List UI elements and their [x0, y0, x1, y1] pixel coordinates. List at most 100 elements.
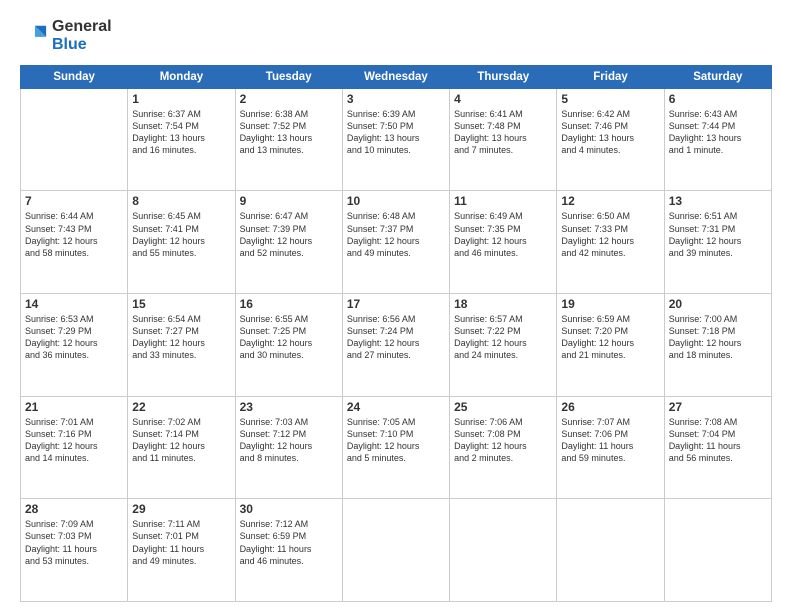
day-cell: 28 Sunrise: 7:09 AMSunset: 7:03 PMDayligh… — [21, 499, 128, 602]
week-row-5: 28 Sunrise: 7:09 AMSunset: 7:03 PMDayligh… — [21, 499, 772, 602]
day-number: 19 — [561, 297, 659, 311]
day-cell: 8 Sunrise: 6:45 AMSunset: 7:41 PMDaylight… — [128, 191, 235, 294]
day-number: 22 — [132, 400, 230, 414]
week-row-4: 21Sunrise: 7:01 AMSunset: 7:16 PMDayligh… — [21, 396, 772, 499]
col-saturday: Saturday — [664, 65, 771, 88]
day-info: Sunrise: 6:41 AMSunset: 7:48 PMDaylight:… — [454, 108, 552, 157]
day-info: Sunrise: 6:37 AMSunset: 7:54 PMDaylight:… — [132, 108, 230, 157]
day-info: Sunrise: 6:39 AMSunset: 7:50 PMDaylight:… — [347, 108, 445, 157]
day-info: Sunrise: 7:07 AMSunset: 7:06 PMDaylight:… — [561, 416, 659, 465]
day-cell — [342, 499, 449, 602]
day-number: 4 — [454, 92, 552, 106]
col-sunday: Sunday — [21, 65, 128, 88]
week-row-2: 7Sunrise: 6:44 AMSunset: 7:43 PMDaylight… — [21, 191, 772, 294]
day-cell: 2Sunrise: 6:38 AMSunset: 7:52 PMDaylight… — [235, 88, 342, 191]
day-cell: 24 Sunrise: 7:05 AMSunset: 7:10 PMDayligh… — [342, 396, 449, 499]
day-number: 13 — [669, 194, 767, 208]
day-number: 14 — [25, 297, 123, 311]
day-info: Sunrise: 7:08 AMSunset: 7:04 PMDaylight:… — [669, 416, 767, 465]
day-number: 28 — [25, 502, 123, 516]
day-info: Sunrise: 6:49 AMSunset: 7:35 PMDaylight:… — [454, 210, 552, 259]
day-cell — [664, 499, 771, 602]
day-cell: 19 Sunrise: 6:59 AMSunset: 7:20 PMDayligh… — [557, 294, 664, 397]
day-number: 18 — [454, 297, 552, 311]
day-cell: 21Sunrise: 7:01 AMSunset: 7:16 PMDayligh… — [21, 396, 128, 499]
day-number: 16 — [240, 297, 338, 311]
day-number: 2 — [240, 92, 338, 106]
day-cell: 26 Sunrise: 7:07 AMSunset: 7:06 PMDayligh… — [557, 396, 664, 499]
weekday-header-row: Sunday Monday Tuesday Wednesday Thursday… — [21, 65, 772, 88]
day-cell: 22 Sunrise: 7:02 AMSunset: 7:14 PMDayligh… — [128, 396, 235, 499]
day-info: Sunrise: 6:47 AMSunset: 7:39 PMDaylight:… — [240, 210, 338, 259]
day-info: Sunrise: 7:02 AMSunset: 7:14 PMDaylight:… — [132, 416, 230, 465]
header: General Blue — [20, 18, 772, 55]
day-cell: 6Sunrise: 6:43 AMSunset: 7:44 PMDaylight… — [664, 88, 771, 191]
day-cell: 5 Sunrise: 6:42 AMSunset: 7:46 PMDaylight… — [557, 88, 664, 191]
col-tuesday: Tuesday — [235, 65, 342, 88]
day-cell — [450, 499, 557, 602]
day-number: 3 — [347, 92, 445, 106]
day-info: Sunrise: 6:59 AMSunset: 7:20 PMDaylight:… — [561, 313, 659, 362]
day-info: Sunrise: 6:42 AMSunset: 7:46 PMDaylight:… — [561, 108, 659, 157]
day-info: Sunrise: 6:55 AMSunset: 7:25 PMDaylight:… — [240, 313, 338, 362]
col-friday: Friday — [557, 65, 664, 88]
day-info: Sunrise: 6:51 AMSunset: 7:31 PMDaylight:… — [669, 210, 767, 259]
day-info: Sunrise: 7:03 AMSunset: 7:12 PMDaylight:… — [240, 416, 338, 465]
day-cell — [557, 499, 664, 602]
day-info: Sunrise: 7:00 AMSunset: 7:18 PMDaylight:… — [669, 313, 767, 362]
day-cell — [21, 88, 128, 191]
day-number: 5 — [561, 92, 659, 106]
calendar-body: 1 Sunrise: 6:37 AMSunset: 7:54 PMDaylight… — [21, 88, 772, 601]
day-cell: 10Sunrise: 6:48 AMSunset: 7:37 PMDayligh… — [342, 191, 449, 294]
day-info: Sunrise: 6:50 AMSunset: 7:33 PMDaylight:… — [561, 210, 659, 259]
day-info: Sunrise: 7:09 AMSunset: 7:03 PMDaylight:… — [25, 518, 123, 567]
day-number: 8 — [132, 194, 230, 208]
day-number: 1 — [132, 92, 230, 106]
day-cell: 30 Sunrise: 7:12 AMSunset: 6:59 PMDayligh… — [235, 499, 342, 602]
day-info: Sunrise: 6:44 AMSunset: 7:43 PMDaylight:… — [25, 210, 123, 259]
day-info: Sunrise: 7:01 AMSunset: 7:16 PMDaylight:… — [25, 416, 123, 465]
day-cell: 4 Sunrise: 6:41 AMSunset: 7:48 PMDaylight… — [450, 88, 557, 191]
logo-icon — [20, 22, 48, 50]
day-number: 30 — [240, 502, 338, 516]
day-number: 20 — [669, 297, 767, 311]
week-row-1: 1 Sunrise: 6:37 AMSunset: 7:54 PMDaylight… — [21, 88, 772, 191]
day-cell: 15Sunrise: 6:54 AMSunset: 7:27 PMDayligh… — [128, 294, 235, 397]
day-number: 24 — [347, 400, 445, 414]
day-number: 26 — [561, 400, 659, 414]
day-cell: 13 Sunrise: 6:51 AMSunset: 7:31 PMDayligh… — [664, 191, 771, 294]
col-thursday: Thursday — [450, 65, 557, 88]
day-cell: 7Sunrise: 6:44 AMSunset: 7:43 PMDaylight… — [21, 191, 128, 294]
day-info: Sunrise: 6:54 AMSunset: 7:27 PMDaylight:… — [132, 313, 230, 362]
day-cell: 25 Sunrise: 7:06 AMSunset: 7:08 PMDayligh… — [450, 396, 557, 499]
day-cell: 1 Sunrise: 6:37 AMSunset: 7:54 PMDaylight… — [128, 88, 235, 191]
day-cell: 23Sunrise: 7:03 AMSunset: 7:12 PMDayligh… — [235, 396, 342, 499]
calendar-table: Sunday Monday Tuesday Wednesday Thursday… — [20, 65, 772, 602]
col-wednesday: Wednesday — [342, 65, 449, 88]
day-info: Sunrise: 6:57 AMSunset: 7:22 PMDaylight:… — [454, 313, 552, 362]
day-info: Sunrise: 6:53 AMSunset: 7:29 PMDaylight:… — [25, 313, 123, 362]
day-info: Sunrise: 7:12 AMSunset: 6:59 PMDaylight:… — [240, 518, 338, 567]
day-info: Sunrise: 6:45 AMSunset: 7:41 PMDaylight:… — [132, 210, 230, 259]
logo: General Blue — [20, 18, 112, 55]
day-cell: 17Sunrise: 6:56 AMSunset: 7:24 PMDayligh… — [342, 294, 449, 397]
day-number: 9 — [240, 194, 338, 208]
day-info: Sunrise: 7:06 AMSunset: 7:08 PMDaylight:… — [454, 416, 552, 465]
day-cell: 27 Sunrise: 7:08 AMSunset: 7:04 PMDayligh… — [664, 396, 771, 499]
day-number: 29 — [132, 502, 230, 516]
day-number: 11 — [454, 194, 552, 208]
day-number: 25 — [454, 400, 552, 414]
week-row-3: 14 Sunrise: 6:53 AMSunset: 7:29 PMDayligh… — [21, 294, 772, 397]
day-cell: 20 Sunrise: 7:00 AMSunset: 7:18 PMDayligh… — [664, 294, 771, 397]
day-cell: 16 Sunrise: 6:55 AMSunset: 7:25 PMDayligh… — [235, 294, 342, 397]
day-info: Sunrise: 6:43 AMSunset: 7:44 PMDaylight:… — [669, 108, 767, 157]
day-info: Sunrise: 6:48 AMSunset: 7:37 PMDaylight:… — [347, 210, 445, 259]
day-number: 17 — [347, 297, 445, 311]
day-cell: 11 Sunrise: 6:49 AMSunset: 7:35 PMDayligh… — [450, 191, 557, 294]
col-monday: Monday — [128, 65, 235, 88]
day-info: Sunrise: 7:05 AMSunset: 7:10 PMDaylight:… — [347, 416, 445, 465]
day-number: 27 — [669, 400, 767, 414]
day-cell: 14 Sunrise: 6:53 AMSunset: 7:29 PMDayligh… — [21, 294, 128, 397]
day-cell: 12 Sunrise: 6:50 AMSunset: 7:33 PMDayligh… — [557, 191, 664, 294]
day-number: 12 — [561, 194, 659, 208]
